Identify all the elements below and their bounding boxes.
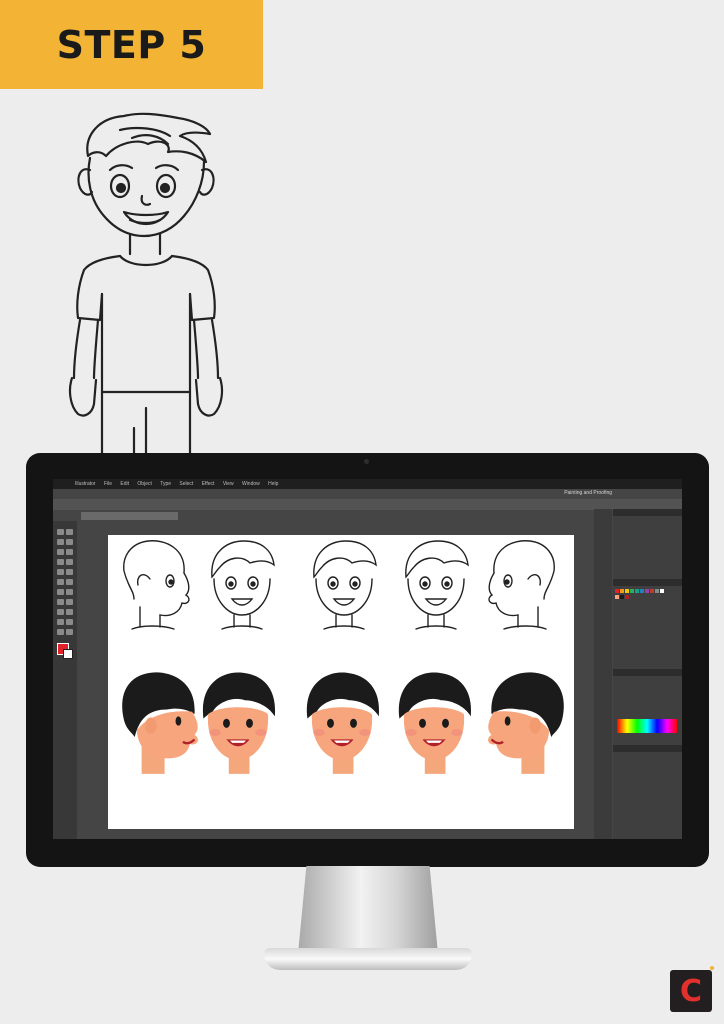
color-head-three-quarter-right	[398, 672, 472, 774]
sketch-head-three-quarter-left	[211, 540, 275, 630]
brand-logo: C	[670, 970, 712, 1012]
panel-icon-strip	[594, 509, 612, 839]
workspace-switcher[interactable]: Painting and Proofing	[564, 490, 612, 496]
hand-tool-icon[interactable]	[57, 629, 64, 635]
document-tab[interactable]	[81, 512, 178, 520]
monitor-stand	[298, 866, 438, 954]
perspective-tool-icon[interactable]	[66, 599, 73, 605]
rotate-tool-icon[interactable]	[57, 579, 64, 585]
color-head-side-left	[121, 671, 200, 776]
menu-object[interactable]: Object	[137, 481, 151, 487]
right-panels	[613, 509, 682, 839]
sketch-head-side-left	[123, 540, 190, 630]
scale-tool-icon[interactable]	[66, 579, 73, 585]
color-panel-header[interactable]	[613, 669, 682, 676]
lasso-tool-icon[interactable]	[66, 539, 73, 545]
control-bar	[53, 499, 682, 510]
layers-panel-header[interactable]	[613, 509, 682, 516]
selection-tool-icon[interactable]	[57, 529, 64, 535]
logo-dot-icon	[710, 966, 714, 970]
blend-tool-icon[interactable]	[66, 619, 73, 625]
menu-file[interactable]: File	[104, 481, 112, 487]
line-tool-icon[interactable]	[57, 559, 64, 565]
direct-selection-tool-icon[interactable]	[66, 529, 73, 535]
menu-select[interactable]: Select	[179, 481, 193, 487]
shape-builder-tool-icon[interactable]	[57, 599, 64, 605]
step-label: STEP 5	[56, 22, 207, 67]
magic-wand-tool-icon[interactable]	[57, 539, 64, 545]
pen-tool-icon[interactable]	[57, 549, 64, 555]
mesh-tool-icon[interactable]	[57, 609, 64, 615]
color-spectrum[interactable]	[617, 719, 677, 733]
menu-effect[interactable]: Effect	[202, 481, 215, 487]
sketch-head-side-right	[488, 540, 555, 630]
color-head-side-right	[486, 671, 565, 776]
zoom-tool-icon[interactable]	[66, 629, 73, 635]
app-name: Illustrator	[75, 481, 96, 487]
free-transform-tool-icon[interactable]	[66, 589, 73, 595]
type-tool-icon[interactable]	[66, 549, 73, 555]
stroke-color-icon[interactable]	[63, 649, 73, 659]
camera-icon	[364, 459, 369, 464]
sketch-head-three-quarter-right	[405, 540, 469, 630]
menu-bar: Illustrator File Edit Object Type Select…	[53, 479, 682, 489]
sketch-head-front	[313, 540, 377, 630]
paintbrush-tool-icon[interactable]	[57, 569, 64, 575]
menu-help[interactable]: Help	[268, 481, 278, 487]
menu-type[interactable]: Type	[160, 481, 171, 487]
step-banner: STEP 5	[0, 0, 263, 89]
swatches-panel-header[interactable]	[613, 579, 682, 586]
monitor-screen: Illustrator File Edit Object Type Select…	[53, 479, 682, 839]
logo-letter: C	[679, 973, 703, 1009]
monitor-base	[264, 948, 472, 970]
monitor: Illustrator File Edit Object Type Select…	[26, 453, 709, 867]
color-head-three-quarter-left	[202, 672, 276, 774]
eyedropper-tool-icon[interactable]	[57, 619, 64, 625]
color-head-front	[306, 672, 380, 774]
menu-edit[interactable]: Edit	[120, 481, 129, 487]
separations-preview-header[interactable]	[613, 745, 682, 752]
width-tool-icon[interactable]	[57, 589, 64, 595]
gradient-tool-icon[interactable]	[66, 609, 73, 615]
artboard	[108, 535, 574, 829]
rectangle-tool-icon[interactable]	[66, 559, 73, 565]
character-turnaround	[121, 540, 565, 776]
menu-view[interactable]: View	[223, 481, 234, 487]
pencil-sketch-boy-icon	[68, 112, 224, 458]
menu-window[interactable]: Window	[242, 481, 260, 487]
pencil-tool-icon[interactable]	[66, 569, 73, 575]
tools-panel	[53, 521, 77, 839]
